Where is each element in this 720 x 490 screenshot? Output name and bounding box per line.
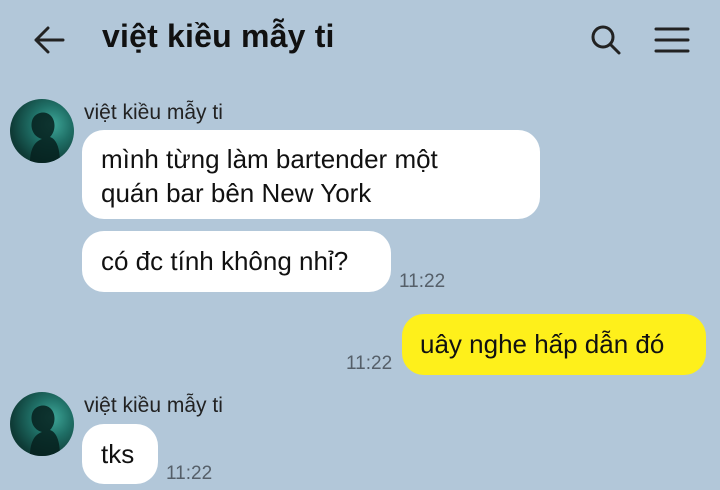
- message-text-line: có đc tính không nhỉ?: [101, 246, 349, 276]
- message-time: 11:22: [399, 271, 446, 292]
- back-arrow-icon: [34, 26, 65, 54]
- chat-title: việt kiều mẫy ti: [102, 18, 335, 54]
- message-bubble[interactable]: uây nghe hấp dẫn đó: [402, 314, 706, 375]
- avatar[interactable]: [10, 99, 74, 163]
- message-text-line: quán bar bên New York: [101, 178, 372, 208]
- message-bubble[interactable]: mình từng làm bartender một quán bar bên…: [82, 130, 540, 219]
- message-text-line: uây nghe hấp dẫn đó: [420, 329, 665, 359]
- message-text-line: tks: [101, 439, 135, 469]
- back-button[interactable]: [28, 20, 70, 60]
- avatar-silhouette-icon: [30, 405, 60, 456]
- avatar[interactable]: [10, 392, 74, 456]
- chat-header: việt kiều mẫy ti: [0, 0, 720, 80]
- search-button[interactable]: [586, 20, 626, 60]
- message-time: 11:22: [166, 463, 213, 484]
- sender-name: việt kiều mẫy ti: [84, 394, 223, 417]
- sender-name: việt kiều mẫy ti: [84, 101, 223, 124]
- menu-icon: [654, 27, 690, 53]
- message-bubble[interactable]: có đc tính không nhỉ?: [82, 231, 391, 292]
- menu-button[interactable]: [650, 20, 694, 60]
- avatar-silhouette-icon: [30, 112, 60, 163]
- message-time: 11:22: [346, 353, 393, 374]
- message-bubble[interactable]: tks: [82, 424, 158, 484]
- message-text-line: mình từng làm bartender một: [101, 144, 438, 174]
- search-icon: [591, 25, 621, 55]
